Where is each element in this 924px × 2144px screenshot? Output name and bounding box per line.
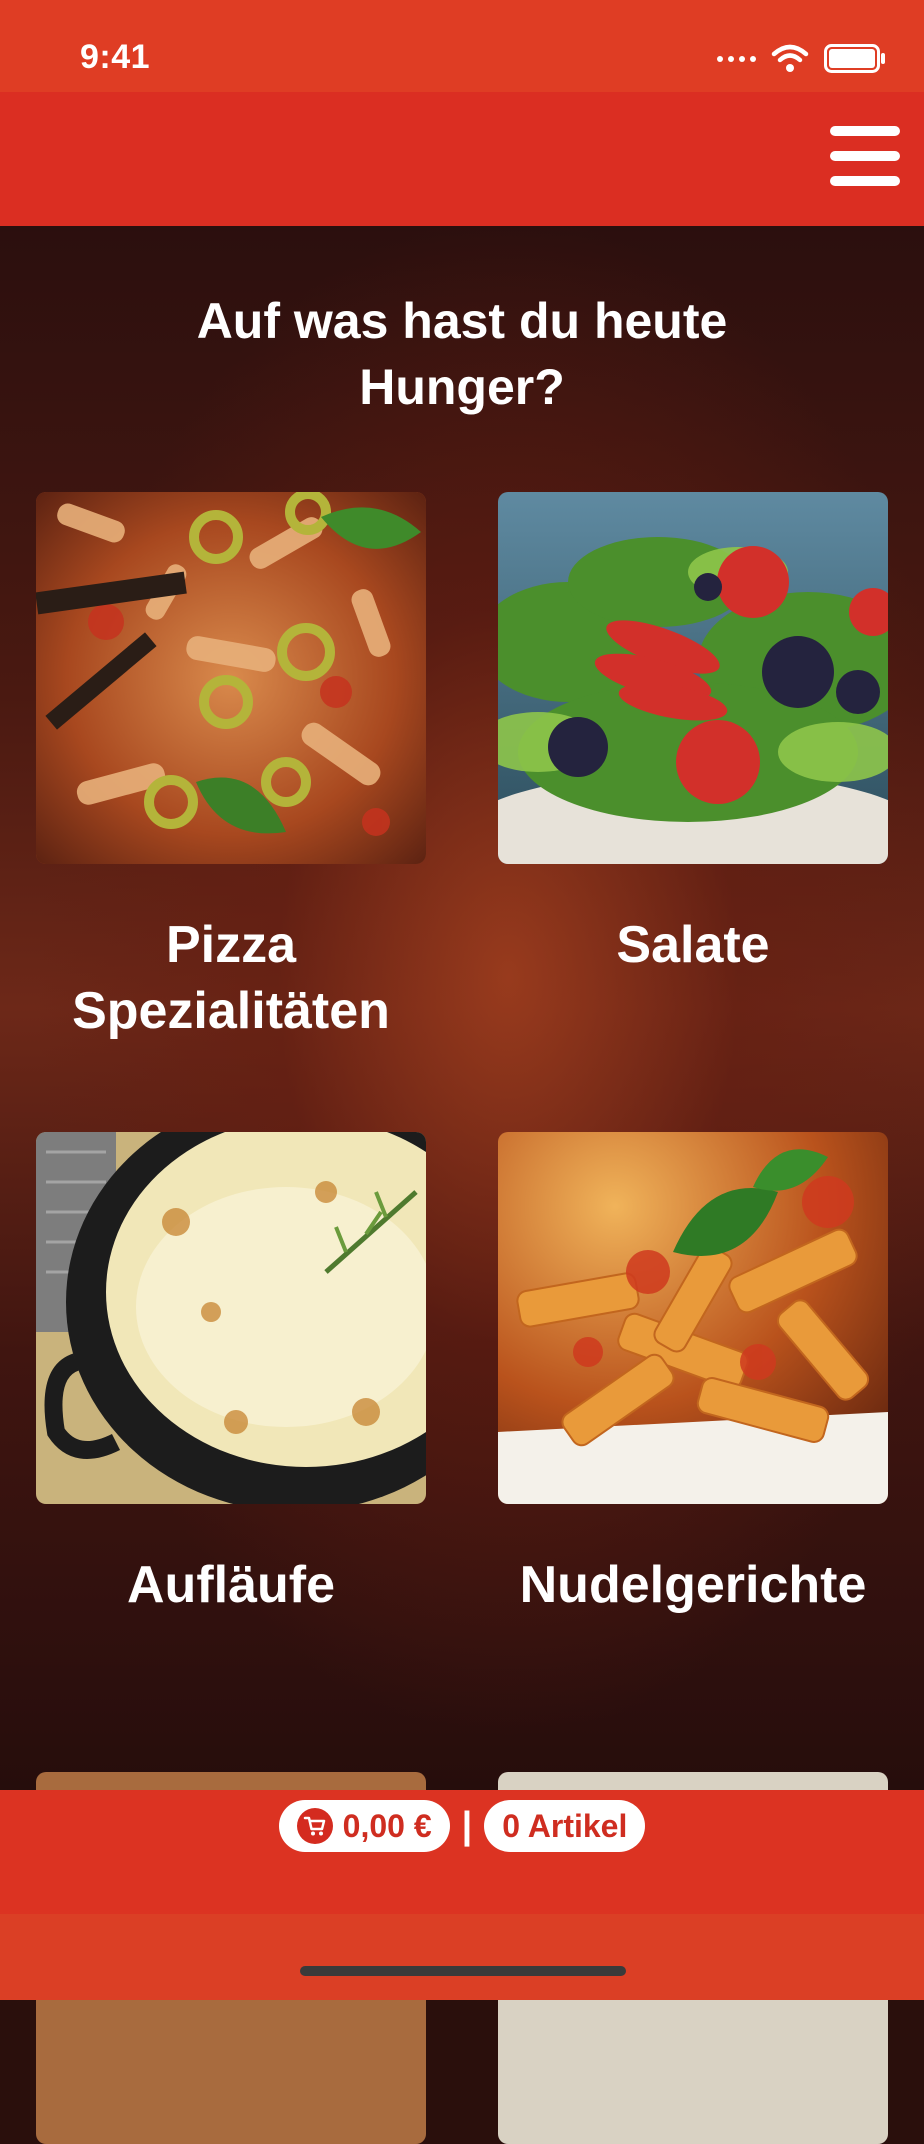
cart-separator: | <box>461 1804 473 1847</box>
category-tile-salads[interactable]: Salate <box>498 492 888 978</box>
category-label: Pizza Spezialitäten <box>72 916 390 1040</box>
casserole-image <box>36 1132 426 1504</box>
category-label: Salate <box>616 916 770 974</box>
cart-item-count: 0 Artikel <box>502 1807 628 1844</box>
hamburger-menu-icon[interactable] <box>830 126 900 186</box>
wifi-icon <box>771 44 809 72</box>
status-bar: 9:41 <box>0 0 924 92</box>
category-label: Aufläufe <box>127 1556 335 1614</box>
cart-icon <box>296 1808 333 1844</box>
cart-total-button[interactable]: 0,00 € <box>278 1800 450 1852</box>
cart-summary: 0,00 € | 0 Artikel <box>0 1800 924 1852</box>
battery-icon <box>824 44 885 73</box>
category-label: Nudelgerichte <box>519 1556 867 1614</box>
category-tile-casseroles[interactable]: Aufläufe <box>36 1132 426 1618</box>
pasta-image <box>498 1132 888 1504</box>
bottom-safe-area <box>0 1914 924 2000</box>
page-title: Auf was hast du heute Hunger? <box>196 293 728 415</box>
category-tile-pasta[interactable]: Nudelgerichte <box>498 1132 888 1618</box>
salad-image <box>498 492 888 864</box>
home-indicator[interactable] <box>300 1966 626 1976</box>
pizza-image <box>36 492 426 864</box>
app-header <box>0 92 924 226</box>
cart-items-button[interactable]: 0 Artikel <box>484 1800 646 1852</box>
cart-bar: 0,00 € | 0 Artikel <box>0 1790 924 1914</box>
status-icons <box>717 44 886 74</box>
signal-dots-icon <box>717 56 756 62</box>
category-tile-pizza[interactable]: Pizza Spezialitäten <box>36 492 426 1044</box>
status-time: 9:41 <box>80 38 151 76</box>
cart-total: 0,00 € <box>342 1807 432 1844</box>
category-screen: Auf was hast du heute Hunger? Pizza Spez… <box>0 226 924 2144</box>
